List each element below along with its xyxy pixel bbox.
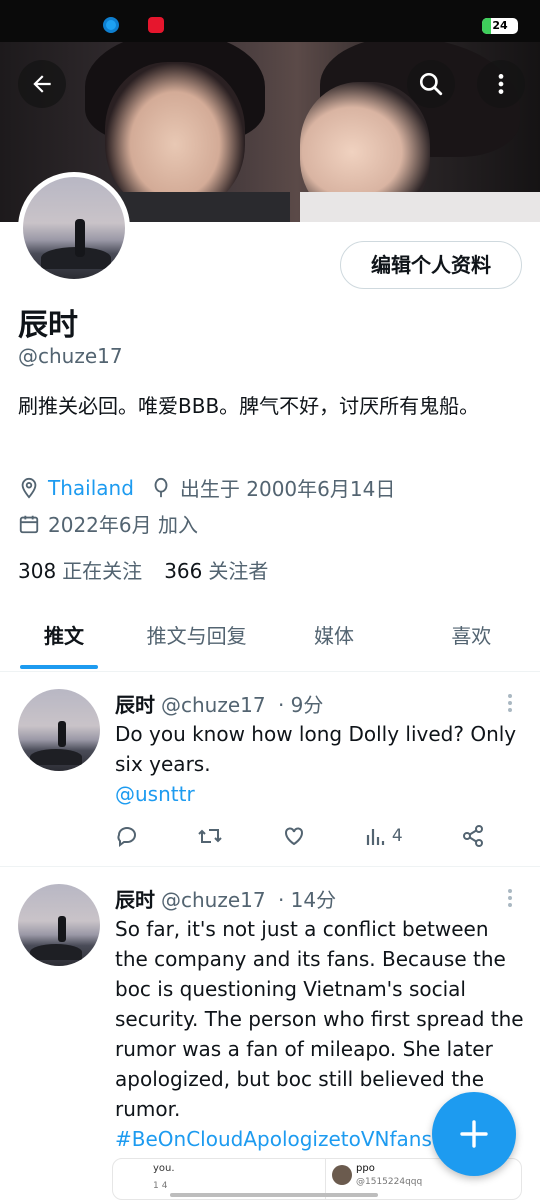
share-icon	[462, 825, 483, 847]
edit-profile-button[interactable]: 编辑个人资料	[340, 241, 522, 289]
joined-text: 2022年6月 加入	[48, 513, 198, 537]
tab-media[interactable]: 媒体	[265, 606, 402, 671]
tweet-text: Do you know how long Dolly lived? Only s…	[115, 719, 525, 809]
tweet-header: 辰时 @chuze17 · 9分	[115, 689, 323, 718]
profile-avatar[interactable]	[18, 172, 130, 284]
arrow-left-icon	[33, 75, 51, 93]
followers-link[interactable]: 366 关注者	[164, 555, 268, 584]
tweet-author-name: 辰时	[115, 693, 155, 717]
analytics-icon	[366, 829, 384, 845]
joined-row: 2022年6月 加入	[18, 509, 198, 538]
profile-bio: 刷推关必回。唯爱BBB。脾气不好，讨厌所有鬼船。	[18, 394, 480, 418]
followers-count: 366	[164, 559, 203, 583]
tweet-more-button[interactable]	[506, 888, 514, 912]
retweet-button[interactable]	[197, 824, 223, 848]
quote-left-text: you.	[153, 1163, 175, 1174]
search-icon	[419, 72, 443, 96]
quote-author-handle: @1515224qqq	[356, 1177, 423, 1187]
balloon-icon	[154, 477, 168, 497]
share-button[interactable]	[461, 824, 485, 848]
profile-meta-row: Thailand 出生于 2000年6月14日	[18, 473, 395, 502]
more-vertical-icon	[508, 889, 512, 907]
follow-stats: 308 正在关注 366 关注者	[18, 555, 290, 584]
more-options-button[interactable]	[477, 60, 525, 108]
followers-label: 关注者	[208, 559, 269, 583]
following-count: 308	[18, 559, 57, 583]
tweet-author-handle: @chuze17	[161, 888, 266, 912]
status-bar: 24	[0, 0, 540, 42]
user-handle: @chuze17	[18, 344, 123, 368]
views-count: 4	[391, 826, 403, 846]
more-vertical-icon	[498, 74, 504, 94]
reply-icon	[117, 826, 136, 847]
tweet-mention-link[interactable]: @usnttr	[115, 779, 525, 809]
profile-tabs: 推文 推文与回复 媒体 喜欢	[0, 606, 540, 672]
app-notification-icon	[103, 17, 119, 33]
reply-button[interactable]	[115, 824, 139, 848]
active-tab-indicator	[20, 665, 98, 669]
quote-author-name: ppo	[356, 1163, 375, 1174]
tweet-actions: 4	[115, 821, 485, 851]
tab-tweets-and-replies[interactable]: 推文与回复	[128, 606, 265, 671]
compose-tweet-button[interactable]	[432, 1092, 516, 1176]
retweet-icon	[198, 829, 222, 843]
quote-avatar	[332, 1165, 352, 1185]
tweet-item[interactable]: 辰时 @chuze17 · 9分 Do you know how long Dol…	[0, 673, 540, 867]
battery-icon: 24	[482, 18, 518, 34]
tweet-avatar[interactable]	[18, 689, 100, 771]
battery-level: 24	[492, 19, 508, 32]
following-label: 正在关注	[62, 559, 143, 583]
quote-left-counts: 14	[153, 1181, 171, 1191]
search-button[interactable]	[407, 60, 455, 108]
home-indicator[interactable]	[170, 1193, 378, 1197]
weibo-notification-icon	[148, 17, 164, 33]
calendar-icon	[19, 515, 39, 533]
tweet-time: · 14分	[277, 888, 337, 912]
tweet-avatar[interactable]	[18, 884, 100, 966]
tab-tweets[interactable]: 推文	[0, 606, 128, 671]
more-vertical-icon	[508, 694, 512, 712]
tweet-author-name: 辰时	[115, 888, 155, 912]
tweet-body: Do you know how long Dolly lived? Only s…	[115, 722, 517, 776]
tab-likes[interactable]: 喜欢	[403, 606, 540, 671]
like-button[interactable]	[282, 824, 306, 848]
birthday-text: 出生于 2000年6月14日	[179, 477, 396, 501]
tweet-more-button[interactable]	[506, 693, 514, 717]
display-name: 辰时	[18, 308, 78, 343]
tweet-author-handle: @chuze17	[161, 693, 266, 717]
views-button[interactable]: 4	[364, 825, 403, 847]
following-link[interactable]: 308 正在关注	[18, 555, 142, 584]
back-button[interactable]	[18, 60, 66, 108]
heart-icon	[284, 827, 303, 846]
plus-icon	[460, 1120, 488, 1148]
tweet-header: 辰时 @chuze17 · 14分	[115, 884, 336, 913]
tweet-time: · 9分	[277, 693, 324, 717]
location-pin-icon	[21, 477, 37, 499]
location-link[interactable]: Thailand	[48, 476, 134, 500]
